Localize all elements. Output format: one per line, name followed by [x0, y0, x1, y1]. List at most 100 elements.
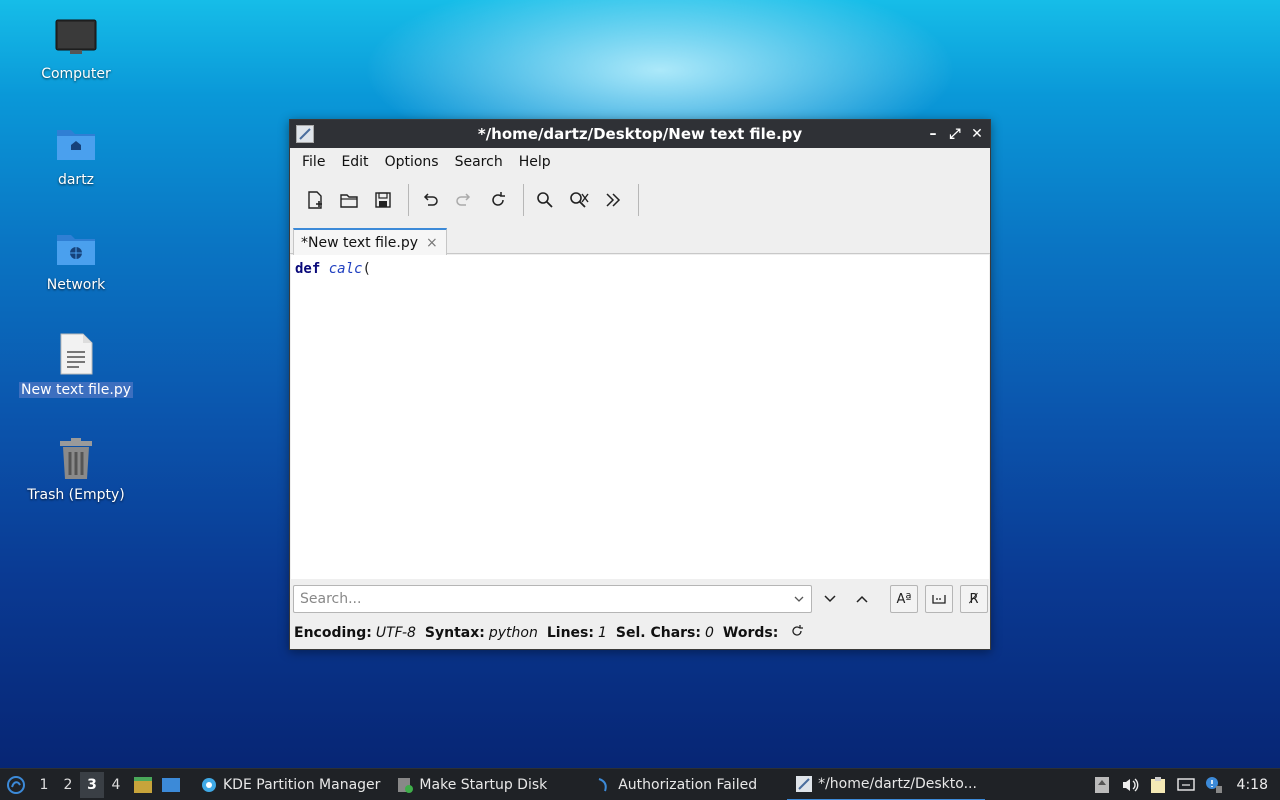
text-file-icon — [52, 330, 100, 378]
text-editor-area[interactable]: def calc( — [291, 255, 989, 579]
toolbar — [290, 176, 990, 224]
open-file-button[interactable] — [334, 185, 364, 215]
refresh-word-count-button[interactable] — [790, 624, 804, 642]
show-desktop-button[interactable] — [158, 772, 184, 798]
tab-bar: *New text file.py × — [290, 224, 990, 255]
search-bar: Search... Aª R̸ — [293, 584, 989, 614]
folder-open-icon — [340, 194, 358, 208]
desktop-icon-label: New text file.py — [19, 382, 134, 398]
tray-updates[interactable] — [1093, 776, 1111, 794]
desktop-icon-new-text-file[interactable]: New text file.py — [19, 330, 134, 398]
tab-new-text-file[interactable]: *New text file.py × — [293, 228, 447, 255]
tab-close-icon[interactable]: × — [426, 235, 438, 251]
regex-button[interactable]: R̸ — [960, 585, 988, 613]
desktop-icon — [162, 777, 180, 792]
search-icon — [537, 192, 553, 208]
minimize-button[interactable]: – — [926, 124, 940, 144]
menu-bar: File Edit Options Search Help — [290, 148, 990, 176]
find-previous-button[interactable] — [848, 585, 876, 613]
network-icon — [1176, 778, 1195, 791]
partition-manager-icon — [202, 777, 216, 792]
desktop-icon-computer[interactable]: Computer — [20, 14, 132, 82]
desktop-icon-network[interactable]: Network — [20, 225, 132, 293]
text-editor-icon — [796, 775, 813, 792]
status-bar: Encoding: UTF-8 Syntax: python Lines: 1 … — [294, 622, 804, 644]
desktop-icon-label: dartz — [57, 172, 95, 188]
task-authorization-failed[interactable]: Authorization Failed — [587, 769, 765, 800]
new-file-button[interactable] — [300, 185, 330, 215]
regex-icon: R̸ — [969, 591, 979, 607]
clock[interactable]: 4:18 — [1237, 777, 1268, 793]
updates-icon — [1094, 777, 1109, 793]
undo-icon — [423, 193, 438, 206]
window-titlebar[interactable]: */home/dartz/Desktop/New text file.py – … — [290, 120, 990, 148]
authorization-icon — [598, 777, 607, 791]
workspace-1[interactable]: 1 — [32, 777, 56, 793]
task-label: Make Startup Disk — [419, 776, 548, 793]
new-file-icon — [308, 191, 322, 209]
menu-options[interactable]: Options — [377, 148, 447, 176]
tray-volume[interactable] — [1121, 776, 1139, 794]
status-syntax-label: Syntax: — [424, 625, 485, 641]
task-kde-partition-manager[interactable]: KDE Partition Manager — [192, 769, 388, 800]
window-title: */home/dartz/Desktop/New text file.py — [477, 125, 803, 143]
notification-icon — [1205, 777, 1222, 793]
refresh-icon — [792, 625, 804, 636]
workspace-3[interactable]: 3 — [80, 771, 104, 798]
search-input[interactable]: Search... — [293, 585, 812, 613]
network-folder-icon — [52, 225, 100, 273]
reload-button[interactable] — [483, 185, 513, 215]
trash-icon — [52, 435, 100, 483]
find-replace-button[interactable] — [564, 185, 594, 215]
task-make-startup-disk[interactable]: Make Startup Disk — [388, 769, 555, 800]
desktop-icon-trash[interactable]: Trash (Empty) — [20, 435, 132, 503]
toolbar-separator — [638, 184, 639, 216]
tab-label: *New text file.py — [301, 234, 419, 251]
search-placeholder: Search... — [300, 591, 362, 607]
toolbar-separator — [408, 184, 409, 216]
desktop-icon-home-folder[interactable]: dartz — [20, 120, 132, 188]
find-button[interactable] — [530, 185, 560, 215]
save-icon — [375, 192, 391, 208]
goto-line-button[interactable] — [598, 185, 628, 215]
status-encoding-value: UTF-8 — [375, 625, 416, 641]
volume-icon — [1122, 778, 1138, 792]
workspace-4[interactable]: 4 — [104, 777, 128, 793]
redo-button[interactable] — [449, 185, 479, 215]
redo-icon — [456, 193, 471, 206]
code-function-name: calc — [328, 261, 363, 277]
undo-button[interactable] — [415, 185, 445, 215]
menu-search[interactable]: Search — [447, 148, 511, 176]
chevron-down-icon[interactable] — [793, 593, 805, 605]
status-syntax-value: python — [488, 625, 538, 641]
workspace-2[interactable]: 2 — [56, 777, 80, 793]
computer-icon — [52, 14, 100, 62]
chevron-up-icon — [856, 595, 868, 603]
reload-icon — [492, 192, 505, 206]
status-words-label: Words: — [722, 625, 779, 641]
desktop-icon-label: Trash (Empty) — [27, 487, 125, 503]
status-encoding-label: Encoding: — [294, 625, 372, 641]
whole-word-icon — [932, 595, 946, 604]
system-tray: 4:18 — [1093, 769, 1280, 800]
maximize-button[interactable]: ⤢ — [948, 124, 962, 144]
find-next-button[interactable] — [816, 585, 844, 613]
clipboard-icon — [1150, 777, 1165, 793]
tray-clipboard[interactable] — [1149, 776, 1167, 794]
tray-network[interactable] — [1176, 776, 1195, 794]
menu-file[interactable]: File — [294, 148, 333, 176]
find-replace-icon — [570, 192, 589, 208]
menu-edit[interactable]: Edit — [333, 148, 376, 176]
menu-help[interactable]: Help — [511, 148, 559, 176]
match-case-button[interactable]: Aª — [890, 585, 918, 613]
app-icon — [296, 125, 314, 143]
task-label: Authorization Failed — [618, 776, 758, 793]
start-menu-button[interactable] — [0, 769, 32, 800]
close-button[interactable]: ✕ — [970, 124, 984, 144]
task-text-editor[interactable]: */home/dartz/Deskto... — [787, 769, 985, 800]
file-manager-launcher[interactable] — [130, 772, 156, 798]
tray-notification[interactable] — [1205, 776, 1223, 794]
save-button[interactable] — [368, 185, 398, 215]
whole-word-button[interactable] — [925, 585, 953, 613]
double-chevron-right-icon — [606, 193, 621, 207]
